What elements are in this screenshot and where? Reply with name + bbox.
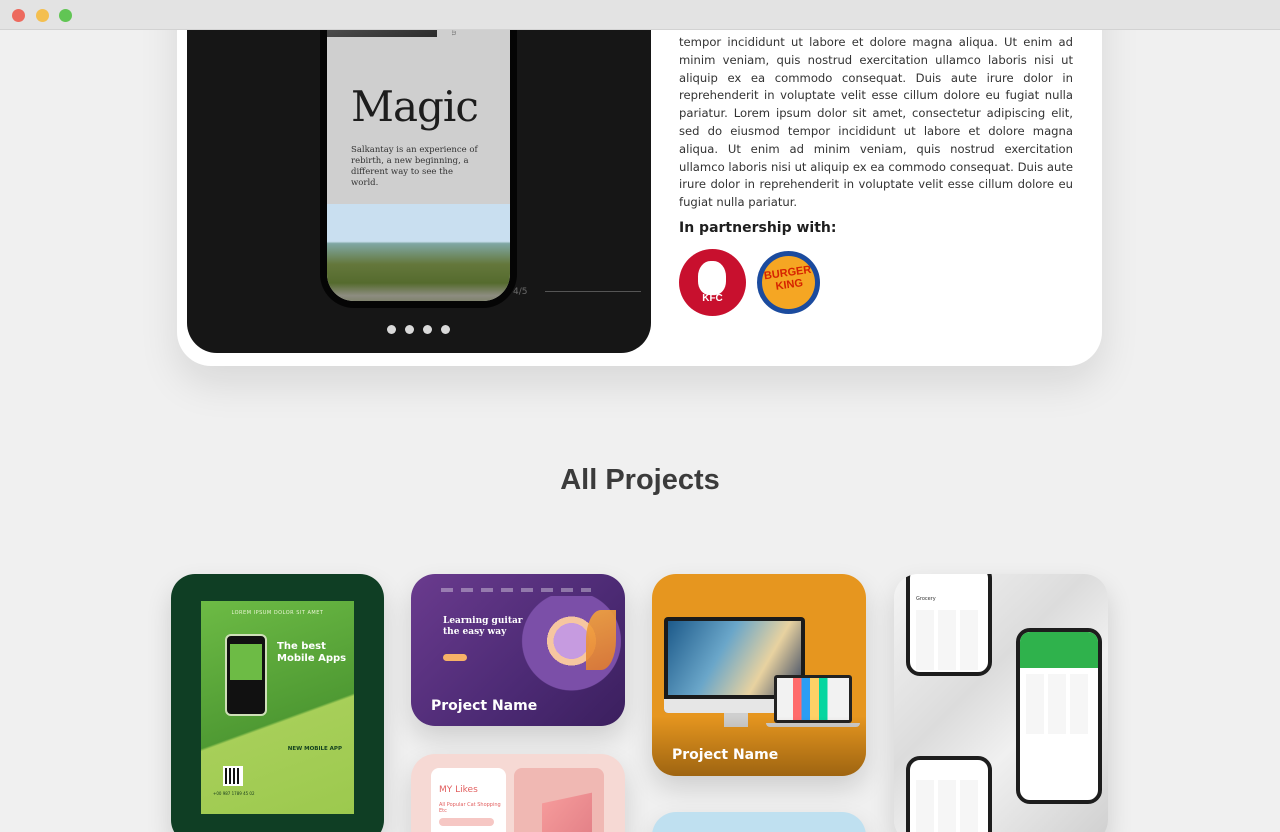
project-card-mac-devices[interactable]: Project Name [652,574,866,776]
burger-king-logo: BURGER KING [755,249,822,316]
grocery-phone-1: Grocery [906,574,992,676]
coast-path-photo [327,204,510,301]
kfc-logo-text: KFC [702,293,723,304]
mock-cta-button [443,654,467,661]
flyer-top-text: LOREM IPSUM DOLOR SIT AMET [231,610,324,616]
grocery-product-grid [1026,674,1092,734]
flyer-headline: The best Mobile Apps [277,641,347,664]
flyer-phone-number: +00 987 1789 45 02 [213,791,255,796]
grocery-product-detail [916,780,982,832]
maximize-window-button[interactable] [59,9,72,22]
mobile-app-flyer: LOREM IPSUM DOLOR SIT AMET The best Mobi… [201,601,354,814]
likes-title: MY Likes [439,785,478,795]
close-window-button[interactable] [12,9,25,22]
burger-king-logo-text: BURGER KING [763,263,813,293]
slider-dots [387,325,450,334]
phone-mockup: Urban Magic Salkantay is an experience o… [320,0,517,308]
partnership-heading: In partnership with: [679,220,837,236]
project-card-likes-app[interactable]: MY Likes All Popular Cat Shopping Etc [411,754,625,832]
card-gradient-overlay [652,716,866,776]
grocery-phone-2 [1016,628,1102,804]
colonel-face-icon [698,261,726,295]
project-card-guitar[interactable]: Learning guitar the easy way Project Nam… [411,574,625,726]
slider-dot[interactable] [441,325,450,334]
burger-bun-icon: BURGER KING [762,256,815,309]
grocery-green-header [1020,632,1098,668]
grocery-product-grid [916,610,982,670]
all-projects-heading: All Projects [560,464,720,496]
project-card-grocery-app[interactable]: Grocery [894,574,1108,832]
flyer-phone-screen [230,644,262,680]
slider-dot[interactable] [405,325,414,334]
kfc-logo: KFC [679,249,746,316]
slider-dot[interactable] [387,325,396,334]
mock-nav-bar [441,588,591,592]
phone-title: Magic [351,82,479,131]
slide-progress-line [545,291,641,292]
window-titlebar [0,0,1280,30]
slide-counter: 4/5 [513,287,528,297]
likes-tabs: All Popular Cat Shopping Etc [439,802,501,814]
qr-code-icon [223,766,243,786]
leaf-illustration [586,610,616,670]
case-study-card: Urban Magic Salkantay is an experience o… [177,0,1102,366]
macbook-screen [777,678,849,720]
project-name-label: Project Name [672,747,779,763]
project-card-mobile-apps[interactable]: LOREM IPSUM DOLOR SIT AMET The best Mobi… [171,574,384,832]
flyer-phone-mockup [225,634,267,716]
project-card-partial[interactable] [652,812,866,832]
case-study-description: tempor incididunt ut labore et dolore ma… [679,35,1073,210]
likes-app-screen: MY Likes All Popular Cat Shopping Etc [431,768,506,832]
slider-dot[interactable] [423,325,432,334]
phone-subtitle: Salkantay is an experience of rebirth, a… [351,145,478,188]
flyer-badge: NEW MOBILE APP [287,746,342,752]
isometric-illustration [542,792,592,832]
phone-showcase-slider[interactable]: Urban Magic Salkantay is an experience o… [187,0,651,353]
likes-search-bar [439,818,494,826]
grocery-header-text: Grocery [916,596,936,602]
grocery-phone-3 [906,756,992,832]
isometric-screen [514,768,604,832]
minimize-window-button[interactable] [36,9,49,22]
project-name-label: Project Name [431,698,538,714]
